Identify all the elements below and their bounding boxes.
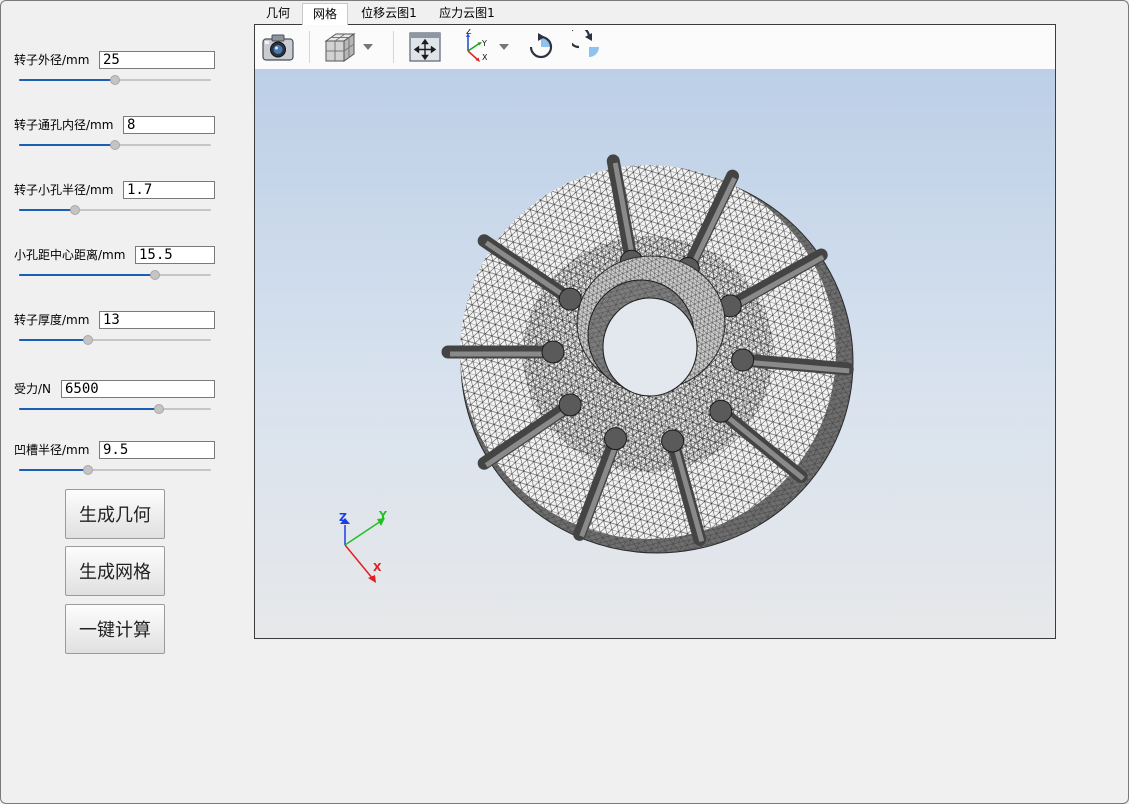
hole-center-distance-input[interactable] xyxy=(135,246,215,264)
tab-geometry[interactable]: 几何 xyxy=(256,3,300,24)
outer-diameter-input[interactable] xyxy=(99,51,215,69)
param-label: 转子外径/mm xyxy=(14,53,90,67)
axis-triad: Z Y X xyxy=(339,509,388,583)
slider-handle[interactable] xyxy=(83,465,94,475)
small-hole-radius-input[interactable] xyxy=(123,181,215,199)
rotor-small-hole xyxy=(604,427,628,451)
camera-button[interactable] xyxy=(260,29,296,65)
dropdown-arrow-icon xyxy=(499,44,509,50)
param-label: 受力/N xyxy=(14,382,52,396)
rotor-small-hole xyxy=(709,399,733,423)
rotor-small-hole xyxy=(731,348,755,372)
rotor-small-hole xyxy=(558,287,582,311)
force-input[interactable] xyxy=(61,380,215,398)
rotate-clockwise-button[interactable] xyxy=(523,29,559,65)
view-cube-button[interactable] xyxy=(321,29,357,65)
groove-radius-input[interactable] xyxy=(99,441,215,459)
param-label: 小孔距中心距离/mm xyxy=(14,248,126,262)
hole-center-distance-slider[interactable] xyxy=(19,269,211,281)
axes-orientation-button[interactable]: Z Y X xyxy=(457,29,493,65)
3d-viewport[interactable]: Z Y X xyxy=(255,69,1055,638)
fit-all-icon xyxy=(409,32,441,62)
view-cube-dropdown[interactable] xyxy=(360,29,376,65)
generate-mesh-button[interactable]: 生成网格 xyxy=(65,546,165,596)
axes-orientation-icon: Z Y X xyxy=(466,29,488,62)
slider-handle[interactable] xyxy=(83,335,94,345)
rotor-small-hole xyxy=(541,340,565,364)
through-hole-diameter-slider[interactable] xyxy=(19,139,211,151)
rotate-counterclockwise-button[interactable] xyxy=(571,29,607,65)
mesh-viewer: Z Y X Z Y X xyxy=(254,24,1056,639)
rotor-small-hole xyxy=(558,393,582,417)
axes-dropdown[interactable] xyxy=(496,29,512,65)
viewer-toolbar: Z Y X xyxy=(255,25,1055,70)
fit-all-button[interactable] xyxy=(407,29,443,65)
param-label: 转子小孔半径/mm xyxy=(14,183,114,197)
axis-z-label: Z xyxy=(339,511,347,524)
tab-mesh[interactable]: 网格 xyxy=(302,3,348,25)
slider-handle[interactable] xyxy=(69,205,80,215)
one-click-compute-button[interactable]: 一键计算 xyxy=(65,604,165,654)
rotor-thickness-slider[interactable] xyxy=(19,334,211,346)
small-hole-radius-slider[interactable] xyxy=(19,204,211,216)
slider-handle[interactable] xyxy=(154,404,165,414)
camera-icon xyxy=(262,34,294,61)
force-slider[interactable] xyxy=(19,403,211,415)
dropdown-arrow-icon xyxy=(363,44,373,50)
rotate-counterclockwise-icon xyxy=(572,30,599,57)
param-label: 凹槽半径/mm xyxy=(14,443,90,457)
through-hole-diameter-input[interactable] xyxy=(123,116,215,134)
svg-text:Y: Y xyxy=(481,39,487,48)
rotor-small-hole xyxy=(661,429,685,453)
rotor-mesh-model: Z Y X xyxy=(339,154,854,583)
param-label: 转子厚度/mm xyxy=(14,313,90,327)
axis-x-label: X xyxy=(373,561,382,574)
svg-text:Z: Z xyxy=(466,29,472,36)
param-label: 转子通孔内径/mm xyxy=(14,118,114,132)
tab-stress-contour[interactable]: 应力云图1 xyxy=(430,3,504,24)
svg-text:X: X xyxy=(482,53,488,62)
slider-handle[interactable] xyxy=(110,75,120,85)
groove-radius-slider[interactable] xyxy=(19,464,211,476)
rotate-clockwise-icon xyxy=(529,33,553,59)
view-cube-icon xyxy=(324,33,356,62)
rotor-thickness-input[interactable] xyxy=(99,311,215,329)
tab-displacement-contour[interactable]: 位移云图1 xyxy=(352,3,426,24)
outer-diameter-slider[interactable] xyxy=(19,74,211,86)
slider-handle[interactable] xyxy=(110,140,120,150)
generate-geometry-button[interactable]: 生成几何 xyxy=(65,489,165,539)
axis-y-label: Y xyxy=(378,509,388,522)
slider-handle[interactable] xyxy=(150,270,161,280)
